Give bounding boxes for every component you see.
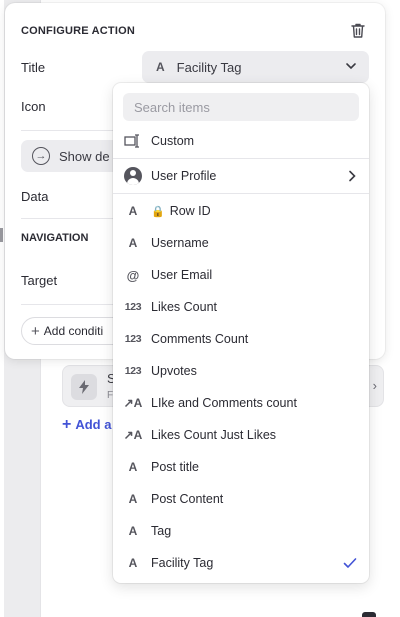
chevron-right-icon: [349, 170, 356, 182]
text-type-icon: A: [128, 460, 138, 474]
dropdown-item-label: Upvotes: [151, 364, 197, 378]
title-label: Title: [21, 60, 46, 75]
dropdown-item-selected[interactable]: A Facility Tag: [113, 547, 369, 579]
dropdown-item[interactable]: A Tag: [113, 515, 369, 547]
background-indicator: [362, 612, 376, 617]
add-label: Add a: [75, 417, 112, 432]
dropdown-item[interactable]: 123 Comments Count: [113, 323, 369, 355]
arrow-right-circle-icon: →: [32, 147, 50, 165]
dropdown-item-label: Username: [151, 236, 209, 250]
navigation-title: NAVIGATION: [21, 232, 89, 244]
checkmark-icon: [343, 558, 357, 568]
background-add-link[interactable]: + Add a: [62, 416, 111, 434]
dropdown-item[interactable]: 123 Upvotes: [113, 355, 369, 387]
dropdown-item[interactable]: @ User Email: [113, 259, 369, 291]
dropdown-item-label: User Profile: [151, 169, 217, 183]
title-select-value: Facility Tag: [176, 59, 242, 75]
dropdown-item[interactable]: A Username: [113, 227, 369, 259]
panel-title: CONFIGURE ACTION: [21, 25, 136, 37]
plus-icon: +: [62, 416, 72, 433]
background-handle: [0, 228, 3, 242]
dropdown-item-label: Comments Count: [151, 332, 249, 346]
user-avatar-icon: [123, 167, 143, 185]
text-type-icon: A: [156, 60, 165, 74]
number-type-icon: 123: [124, 333, 142, 345]
divider: [21, 218, 121, 219]
dropdown-item-label: Likes Count: [151, 300, 218, 314]
dropdown-item-label: Post title: [151, 460, 199, 474]
computed-text-icon: ↗A: [123, 428, 143, 442]
dropdown-item-custom[interactable]: Custom: [113, 125, 369, 157]
dropdown-item-label: Facility Tag: [151, 556, 214, 570]
dropdown-separator: [113, 193, 369, 194]
show-details-button[interactable]: → Show de: [21, 140, 121, 172]
title-select[interactable]: A Facility Tag: [142, 51, 369, 83]
show-details-label: Show de: [59, 148, 110, 164]
dropdown-item[interactable]: ↗A LIke and Comments count: [113, 387, 369, 419]
text-type-icon: A: [128, 492, 138, 506]
plus-icon: +: [31, 322, 40, 340]
item-dropdown: Custom User Profile A 🔒 Row ID A Usernam…: [113, 83, 369, 583]
dropdown-item-label: LIke and Comments count: [151, 396, 297, 410]
data-label: Data: [21, 189, 49, 204]
trash-icon[interactable]: [351, 23, 365, 38]
dropdown-item-label: Custom: [151, 134, 195, 148]
icon-label: Icon: [21, 99, 46, 114]
divider: [21, 130, 121, 131]
divider: [21, 304, 121, 305]
dropdown-item-label: Post Content: [151, 492, 224, 506]
dropdown-item-label: Tag: [151, 524, 172, 538]
text-type-icon: A: [128, 204, 138, 218]
chevron-down-icon: [346, 63, 356, 70]
chevron-icon: ›: [372, 378, 377, 393]
lock-icon: 🔒: [151, 205, 165, 218]
bolt-icon: [71, 374, 97, 400]
dropdown-item[interactable]: 123 Likes Count: [113, 291, 369, 323]
custom-text-icon: [123, 134, 143, 148]
number-type-icon: 123: [124, 301, 142, 313]
dropdown-item[interactable]: A 🔒 Row ID: [113, 195, 369, 227]
dropdown-item-user-profile[interactable]: User Profile: [113, 160, 369, 192]
add-condition-label: Add conditi: [43, 324, 104, 338]
at-sign-icon: @: [126, 267, 140, 283]
background-sidebar-edge: [0, 0, 4, 617]
search-input[interactable]: [123, 93, 359, 121]
text-type-icon: A: [128, 236, 138, 250]
dropdown-item[interactable]: ↗A Likes Count Just Likes: [113, 419, 369, 451]
dropdown-item-label: Row ID: [169, 204, 211, 218]
dropdown-item[interactable]: A Post title: [113, 451, 369, 483]
dropdown-item-label: User Email: [151, 268, 213, 282]
computed-text-icon: ↗A: [123, 396, 143, 410]
text-type-icon: A: [128, 524, 138, 538]
text-type-icon: A: [128, 556, 138, 570]
dropdown-item[interactable]: A Post Content: [113, 483, 369, 515]
dropdown-item-label: Likes Count Just Likes: [151, 428, 277, 442]
dropdown-separator: [113, 158, 369, 159]
target-label: Target: [21, 273, 58, 288]
number-type-icon: 123: [124, 365, 142, 377]
